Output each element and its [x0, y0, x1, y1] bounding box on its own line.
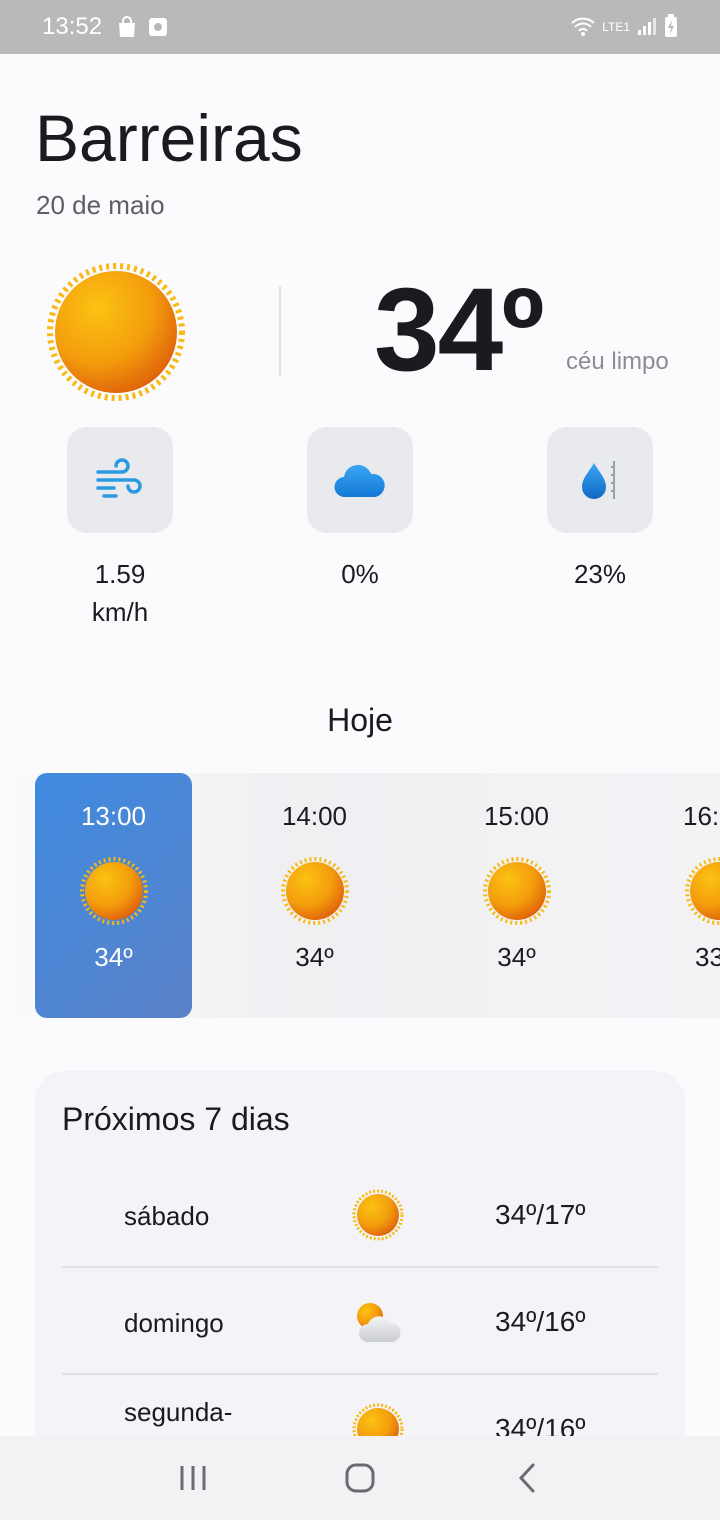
city-name: Barreiras	[35, 101, 303, 175]
sun-icon	[280, 856, 350, 926]
cloud-metric: 0%	[307, 427, 413, 593]
hour-time: 13:00	[80, 801, 147, 831]
today-title: Hoje	[327, 702, 393, 738]
hour-temp: 34º	[94, 942, 133, 972]
vertical-divider	[279, 286, 281, 376]
system-navigation-bar	[0, 1436, 720, 1520]
weekly-title: Próximos 7 dias	[62, 1101, 290, 1137]
hour-card[interactable]: 14:00 34º	[236, 773, 393, 1018]
sun-icon	[684, 856, 720, 926]
wind-value: 1.59 km/h	[91, 559, 149, 627]
sun-icon	[352, 1189, 404, 1241]
sun-icon	[79, 856, 149, 926]
current-date: 20 de maio	[36, 190, 165, 220]
hour-card[interactable]: 16: 33	[640, 773, 720, 1018]
cloud-icon	[307, 427, 413, 533]
day-row[interactable]: domingo 34º/16º	[62, 1268, 658, 1375]
sun-cloud-icon	[352, 1296, 404, 1348]
hour-card[interactable]: 13:00 34º	[35, 773, 192, 1018]
day-name: sábado	[124, 1201, 210, 1231]
hour-time: 16:	[683, 801, 720, 831]
status-time: 13:52	[42, 13, 103, 40]
day-name: segunda-	[124, 1397, 233, 1427]
status-right: LTE1	[570, 13, 678, 41]
hourly-forecast-strip[interactable]: 13:00 34º 14:00 34º 15:00 34º 16: 33	[0, 773, 720, 1018]
hour-temp: 34º	[295, 942, 334, 972]
current-temperature: 34º	[374, 264, 544, 396]
sun-icon	[482, 856, 552, 926]
humidity-metric: 23%	[547, 427, 653, 593]
signal-icon	[636, 16, 658, 39]
weekly-forecast-card: Próximos 7 dias sábado 34º/17º domingo 3…	[35, 1071, 685, 1491]
screen-record-icon	[148, 17, 168, 37]
wind-metric: 1.59 km/h	[67, 427, 173, 631]
humidity-icon	[547, 427, 653, 533]
hour-card[interactable]: 15:00 34º	[438, 773, 595, 1018]
sun-icon	[46, 262, 186, 402]
home-button[interactable]	[330, 1448, 390, 1508]
wifi-icon	[570, 16, 596, 39]
hour-temp: 33	[695, 942, 720, 972]
recent-apps-button[interactable]	[163, 1448, 223, 1508]
back-button[interactable]	[497, 1448, 557, 1508]
hour-temp: 34º	[497, 942, 536, 972]
shopping-bag-icon	[116, 15, 138, 39]
day-row[interactable]: sábado 34º/17º	[62, 1161, 658, 1268]
weather-condition: céu limpo	[566, 348, 669, 375]
status-bar: 13:52 LTE1	[0, 0, 720, 54]
day-name: domingo	[124, 1308, 224, 1338]
battery-charging-icon	[664, 13, 678, 41]
day-temps: 34º/16º	[495, 1306, 586, 1337]
hour-time: 14:00	[281, 801, 348, 831]
day-temps: 34º/17º	[495, 1199, 586, 1230]
humidity-value: 23%	[573, 559, 627, 589]
wind-icon	[67, 427, 173, 533]
hour-time: 15:00	[483, 801, 550, 831]
cloud-value: 0%	[341, 559, 379, 589]
network-label: LTE1	[602, 20, 630, 34]
